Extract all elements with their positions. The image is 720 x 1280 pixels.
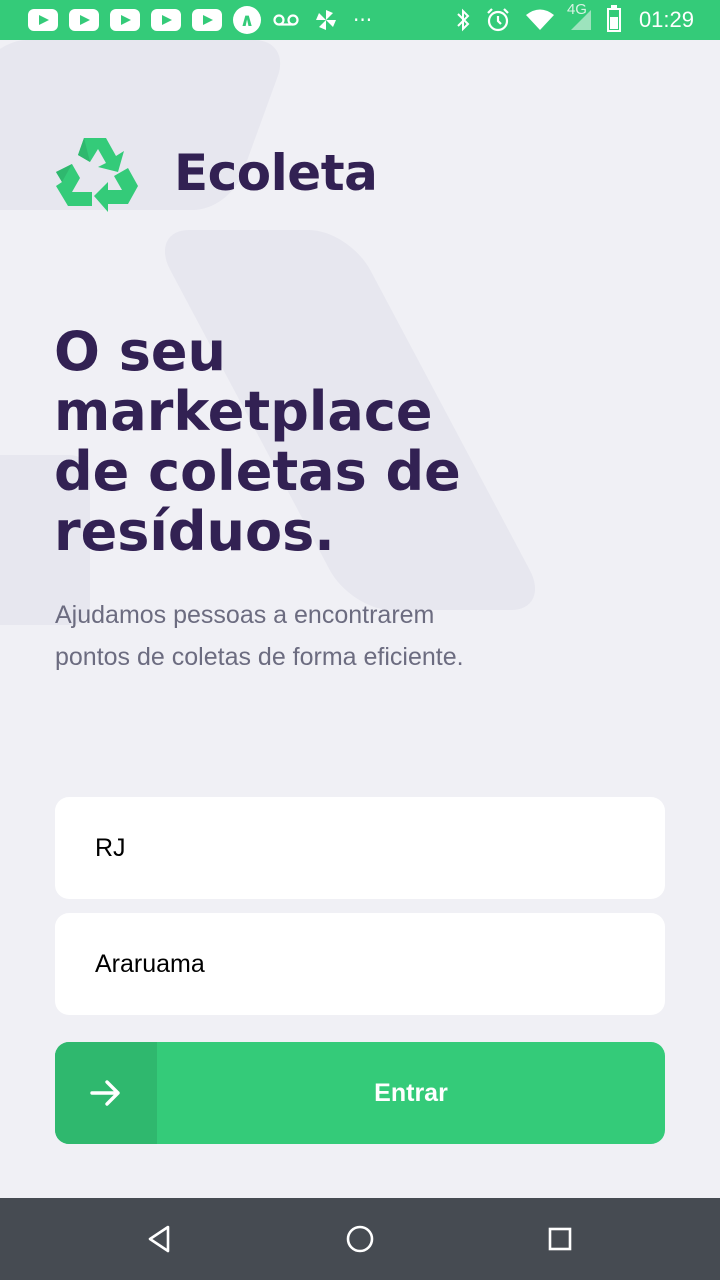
signal-icon: 4G	[567, 1, 593, 31]
recents-icon[interactable]	[544, 1223, 576, 1255]
youtube-icon	[192, 9, 222, 31]
recycle-icon	[56, 138, 138, 212]
navigation-bar	[0, 1198, 720, 1280]
battery-icon	[606, 5, 621, 32]
app-logo: Ecoleta	[54, 134, 378, 212]
youtube-icon	[69, 9, 99, 31]
youtube-icon	[110, 9, 140, 31]
status-bar: ∧ ··· 4G 01:29	[0, 0, 720, 40]
page-description: Ajudamos pessoas a encontrarem pontos de…	[55, 601, 464, 671]
wifi-icon	[525, 9, 555, 31]
voicemail-icon	[273, 13, 299, 27]
app-name: Ecoleta	[174, 144, 378, 202]
arrow-right-icon	[90, 1080, 120, 1106]
youtube-icon	[28, 9, 58, 31]
clock: 01:29	[638, 7, 694, 32]
bluetooth-icon	[455, 8, 471, 32]
enter-button-label: Entrar	[374, 1078, 448, 1107]
alarm-icon	[485, 7, 511, 33]
page-title: O seu marketplace de coletas de resíduos…	[54, 320, 461, 563]
uf-value: RJ	[95, 833, 126, 862]
app-a-icon: ∧	[233, 6, 261, 34]
enter-button[interactable]: Entrar	[55, 1042, 665, 1144]
uf-select[interactable]: RJ	[55, 797, 665, 899]
home-icon[interactable]	[344, 1223, 376, 1255]
city-value: Araruama	[95, 949, 205, 978]
network-type: 4G	[566, 1, 587, 18]
city-select[interactable]: Araruama	[55, 913, 665, 1015]
back-icon[interactable]	[144, 1223, 176, 1255]
more-icon: ···	[353, 8, 373, 32]
enter-button-icon-box	[55, 1042, 157, 1144]
youtube-icon	[151, 9, 181, 31]
pinwheel-icon	[313, 7, 339, 33]
